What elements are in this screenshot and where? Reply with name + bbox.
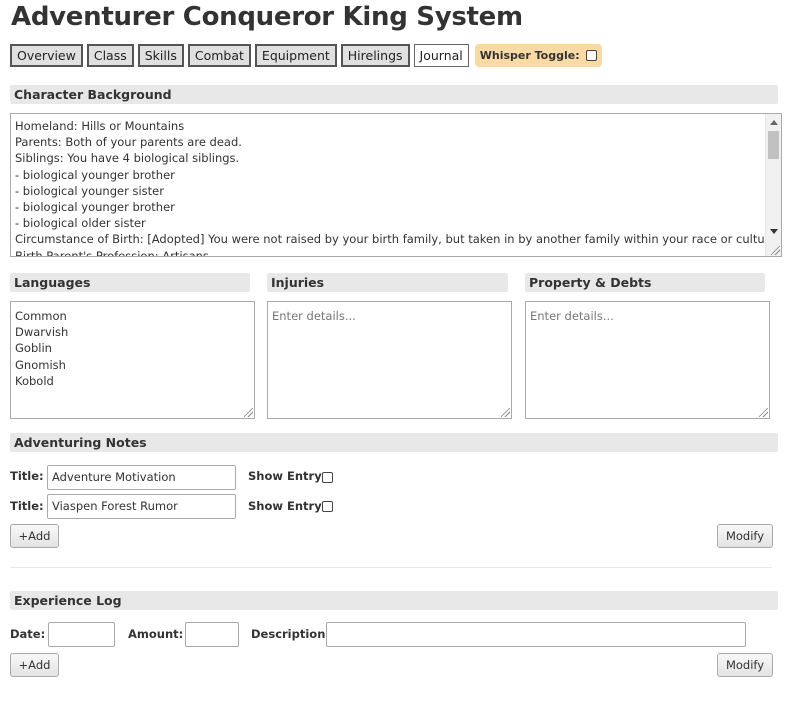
tab-hirelings[interactable]: Hirelings <box>340 44 410 67</box>
whisper-toggle-checkbox[interactable] <box>585 50 597 61</box>
background-line: - biological younger brother <box>15 200 175 215</box>
character-background-textarea[interactable]: Homeland: Hills or Mountains Parents: Bot… <box>10 113 782 257</box>
xp-amount-label: Amount: <box>128 627 184 641</box>
xp-description-label: Description: <box>251 627 330 641</box>
scroll-up-icon[interactable] <box>770 120 778 125</box>
experience-log-header: Experience Log <box>10 591 778 610</box>
tab-class[interactable]: Class <box>86 44 134 67</box>
note-title-input[interactable]: Viaspen Forest Rumor <box>47 494 236 519</box>
background-line: - biological older sister <box>15 216 146 231</box>
add-xp-button[interactable]: +Add <box>10 653 59 677</box>
add-note-button[interactable]: +Add <box>10 524 59 548</box>
adventuring-notes-header: Adventuring Notes <box>10 433 778 452</box>
whisper-toggle-label: Whisper Toggle: <box>479 49 580 62</box>
language-line: Kobold <box>15 373 54 388</box>
character-background-text: Homeland: Hills or Mountains Parents: Bot… <box>15 118 780 257</box>
background-line: Birth Parent's Profession: Artisans <box>15 248 209 257</box>
app-title: Adventurer Conqueror King System <box>11 2 523 32</box>
note-title-label: Title: <box>10 499 44 513</box>
scroll-down-icon[interactable] <box>770 229 778 234</box>
languages-textarea[interactable]: Common Dwarvish Goblin Gnomish Kobold <box>10 301 255 419</box>
xp-description-input[interactable] <box>326 622 746 647</box>
tab-equipment[interactable]: Equipment <box>254 44 337 67</box>
textarea-scrollbar[interactable] <box>765 114 781 256</box>
tab-bar: Overview Class Skills Combat Equipment H… <box>10 44 602 67</box>
resize-handle-icon[interactable] <box>771 246 780 255</box>
tab-journal[interactable]: Journal <box>413 44 469 67</box>
modify-xp-button[interactable]: Modify <box>717 653 773 677</box>
whisper-toggle: Whisper Toggle: <box>474 44 602 67</box>
property-debts-textarea[interactable]: Enter details... <box>525 301 770 419</box>
xp-amount-input[interactable] <box>185 622 239 647</box>
background-line: Circumstance of Birth: [Adopted] You wer… <box>15 232 780 247</box>
injuries-textarea[interactable]: Enter details... <box>267 301 512 419</box>
divider <box>10 567 772 568</box>
show-entry-checkbox[interactable] <box>322 472 333 483</box>
background-line: Siblings: You have 4 biological siblings… <box>15 151 240 166</box>
xp-date-label: Date: <box>10 627 46 641</box>
tab-combat[interactable]: Combat <box>187 44 251 67</box>
injuries-placeholder: Enter details... <box>272 309 356 323</box>
scroll-thumb[interactable] <box>768 131 779 159</box>
show-entry-label: Show Entry: <box>248 499 327 513</box>
languages-header: Languages <box>10 273 250 292</box>
show-entry-checkbox[interactable] <box>322 501 333 512</box>
background-line: - biological younger brother <box>15 167 175 182</box>
background-line: Homeland: Hills or Mountains <box>15 119 185 133</box>
tab-skills[interactable]: Skills <box>137 44 184 67</box>
property-debts-placeholder: Enter details... <box>530 309 614 323</box>
note-title-input[interactable]: Adventure Motivation <box>47 465 236 490</box>
languages-text: Common Dwarvish Goblin Gnomish Kobold <box>15 308 250 389</box>
language-line: Common <box>15 309 67 323</box>
tab-overview[interactable]: Overview <box>10 44 83 67</box>
background-line: Parents: Both of your parents are dead. <box>15 135 242 150</box>
note-title-label: Title: <box>10 469 44 483</box>
background-line: - biological younger sister <box>15 183 164 198</box>
language-line: Goblin <box>15 341 52 356</box>
modify-notes-button[interactable]: Modify <box>717 524 773 548</box>
property-debts-header: Property & Debts <box>525 273 765 292</box>
language-line: Dwarvish <box>15 325 69 340</box>
injuries-header: Injuries <box>267 273 508 292</box>
resize-handle-icon[interactable] <box>501 408 510 417</box>
character-background-header: Character Background <box>10 85 778 104</box>
resize-handle-icon[interactable] <box>244 408 253 417</box>
resize-handle-icon[interactable] <box>759 408 768 417</box>
show-entry-label: Show Entry: <box>248 469 327 483</box>
xp-date-input[interactable] <box>48 622 115 647</box>
language-line: Gnomish <box>15 357 66 372</box>
